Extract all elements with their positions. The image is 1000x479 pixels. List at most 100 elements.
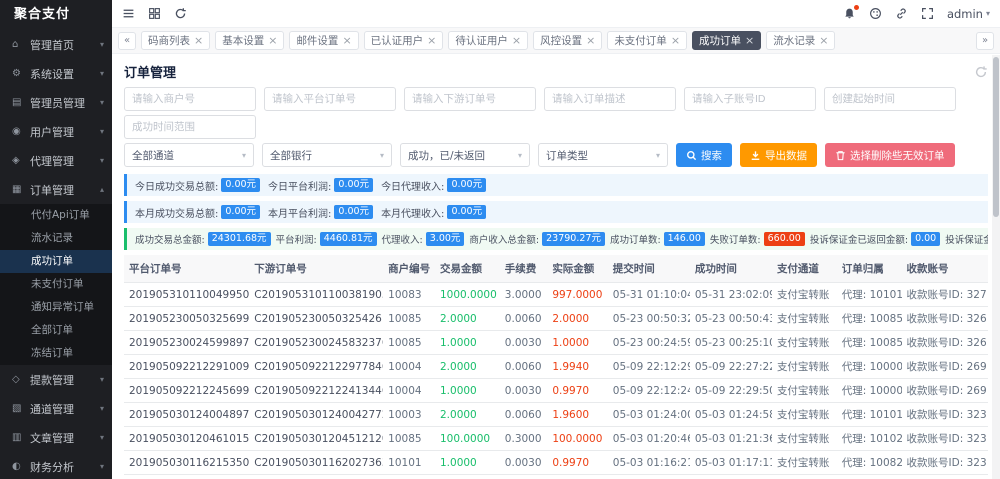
filter-select[interactable]: 全部通道▾ [124,143,254,167]
stat-row: 成功交易总金额:24301.68元平台利润:4460.81元代理收入:3.00元… [124,228,988,250]
cell-actual: 0.9970 [547,379,607,403]
chevron-down-icon: ▾ [380,151,384,160]
column-header: 提交时间 [608,255,690,283]
close-icon[interactable]: × [586,35,595,46]
close-icon[interactable]: × [671,35,680,46]
filter-input[interactable] [684,87,816,111]
cell-fee: 0.0030 [500,379,548,403]
filter-select[interactable]: 成功，已/未返回▾ [400,143,530,167]
filter-input[interactable] [824,87,956,111]
select-value: 订单类型 [546,148,588,163]
tab-码商列表[interactable]: 码商列表× [141,31,210,50]
cell-actual: 1.9600 [547,403,607,427]
tabs-scroll-left[interactable]: « [118,32,136,50]
cell-submit_time: 05-03 01:24:00 [608,403,690,427]
download-icon [750,150,761,161]
card-refresh-icon[interactable] [974,65,988,79]
tab-邮件设置[interactable]: 邮件设置× [289,31,358,50]
close-icon[interactable]: × [819,35,828,46]
tab-成功订单[interactable]: 成功订单× [692,31,761,50]
filter-input[interactable] [544,87,676,111]
bell-icon[interactable] [843,7,856,20]
admin-menu[interactable]: admin ▾ [947,7,990,21]
sidebar-item-订单管理[interactable]: ▦订单管理▴ [0,175,112,204]
sidebar-subitem-流水记录[interactable]: 流水记录 [0,227,112,250]
sidebar-item-系统设置[interactable]: ⚙系统设置▾ [0,59,112,88]
tab-流水记录[interactable]: 流水记录× [766,31,835,50]
grid-icon[interactable] [148,7,161,20]
filter-input[interactable] [124,87,256,111]
filter-select[interactable]: 订单类型▾ [538,143,668,167]
stat-value-badge: 0.00元 [221,178,260,191]
sidebar-item-用户管理[interactable]: ◉用户管理▾ [0,117,112,146]
table-row[interactable]: 20190531011004995057C2019053101100381905… [124,283,988,307]
sidebar-item-管理首页[interactable]: ⌂管理首页▾ [0,30,112,59]
column-header: 下游订单号 [249,255,383,283]
table-row[interactable]: 20190503012400489754C2019050301240042772… [124,403,988,427]
sidebar-item-财务分析[interactable]: ◐财务分析▾ [0,452,112,479]
hamburger-icon[interactable] [122,7,135,20]
success-time-range-input[interactable] [124,115,256,139]
sidebar-item-管理员管理[interactable]: ▤管理员管理▾ [0,88,112,117]
table-row[interactable]: 20190523002459989752C2019052300245832376… [124,331,988,355]
close-icon[interactable]: × [194,35,203,46]
table-row[interactable]: 20190430013504565557CS20190430013500626.… [124,475,988,479]
cell-channel: 支付宝转账 [772,379,837,403]
chevron-down-icon: ▾ [100,433,104,442]
stat-item: 成功订单数:146.00 [610,232,705,246]
stat-label: 商户收入总金额: [469,232,539,246]
close-icon[interactable]: × [512,35,521,46]
stat-value-badge: 0.00元 [447,178,486,191]
sidebar-subitem-冻结订单[interactable]: 冻结订单 [0,342,112,365]
export-data-button[interactable]: 导出数据 [740,143,817,167]
table-row[interactable]: 20190509221224569996C2019050922122413446… [124,379,988,403]
tab-已认证用户[interactable]: 已认证用户× [364,31,444,50]
close-icon[interactable]: × [745,35,754,46]
cell-amount: 2.0000 [435,403,500,427]
tab-风控设置[interactable]: 风控设置× [533,31,602,50]
sidebar-subitem-通知异常订单[interactable]: 通知异常订单 [0,296,112,319]
tabs-scroll-right[interactable]: » [976,32,994,50]
column-header: 手续费 [500,255,548,283]
sidebar-item-文章管理[interactable]: ▥文章管理▾ [0,423,112,452]
stat-label: 今日代理收入: [381,178,444,193]
stat-item: 今日代理收入:0.00元 [381,178,486,193]
filter-input[interactable] [264,87,396,111]
scrollbar-thumb[interactable] [993,57,999,217]
table-row[interactable]: 20190509221229100995C2019050922122977846… [124,355,988,379]
close-icon[interactable]: × [268,35,277,46]
sidebar-item-提款管理[interactable]: ◇提款管理▾ [0,365,112,394]
stat-row: 今日成功交易总额:0.00元今日平台利润:0.00元今日代理收入:0.00元 [124,174,988,196]
filter-input[interactable] [404,87,536,111]
stat-label: 本月平台利润: [268,205,331,220]
tab-待认证用户[interactable]: 待认证用户× [448,31,528,50]
topbar-right: admin ▾ [843,7,990,21]
fullscreen-icon[interactable] [921,7,934,20]
close-icon[interactable]: × [427,35,436,46]
stat-item: 本月平台利润:0.00元 [268,205,373,220]
stat-item: 成功交易总金额:24301.68元 [135,232,271,246]
tab-未支付订单[interactable]: 未支付订单× [607,31,687,50]
sidebar-item-代理管理[interactable]: ◈代理管理▾ [0,146,112,175]
cell-downstream: C20190503012400427722 [249,403,383,427]
cell-platform: 20190523002459989752 [124,331,249,355]
sidebar-item-通道管理[interactable]: ▧通道管理▾ [0,394,112,423]
sidebar-subitem-全部订单[interactable]: 全部订单 [0,319,112,342]
page-scrollbar[interactable] [992,55,1000,479]
sidebar-subitem-未支付订单[interactable]: 未支付订单 [0,273,112,296]
close-icon[interactable]: × [342,35,351,46]
refresh-icon[interactable] [174,7,187,20]
table-row[interactable]: 20190503012046101519C2019050301204512120… [124,427,988,451]
palette-icon[interactable] [869,7,882,20]
tab-基本设置[interactable]: 基本设置× [215,31,284,50]
stat-label: 投诉保证金冻结金额: [945,232,988,246]
cell-channel: 支付宝转账 [772,331,837,355]
table-row[interactable]: 20190503011621535010C2019050301162027363… [124,451,988,475]
sidebar-subitem-代付Api订单[interactable]: 代付Api订单 [0,204,112,227]
link-icon[interactable] [895,7,908,20]
table-row[interactable]: 20190523005032569953C2019052300503254261… [124,307,988,331]
filter-select[interactable]: 全部银行▾ [262,143,392,167]
delete-invalid-orders-button[interactable]: 选择删除些无效订单 [825,143,955,167]
sidebar-subitem-成功订单[interactable]: 成功订单 [0,250,112,273]
search-button[interactable]: 搜索 [676,143,732,167]
